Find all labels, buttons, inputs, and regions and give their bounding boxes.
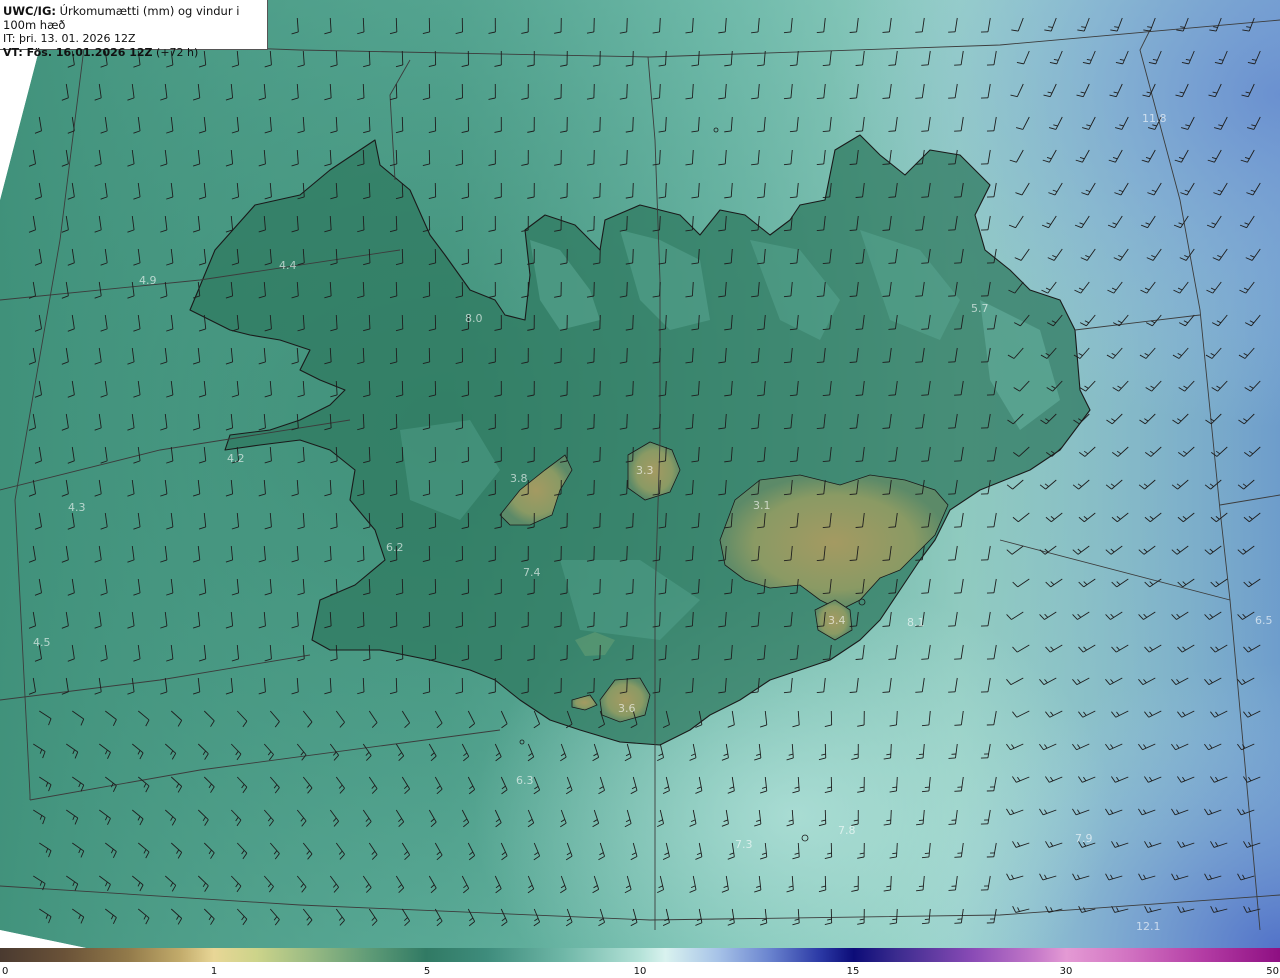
colorbar-tick: 0	[2, 966, 9, 977]
valid-time: VT: Fös. 16.01.2026 12Z	[3, 46, 153, 59]
colorbar-tick: 5	[423, 966, 431, 977]
colorbar-tick: 50	[1266, 966, 1279, 977]
point-value: 4.9	[139, 274, 157, 287]
map-header: UWC/IG: Úrkomumætti (mm) og vindur i 100…	[0, 0, 268, 59]
forecast-hour: (+72 h)	[156, 46, 199, 59]
point-value: 4.4	[279, 259, 297, 272]
point-value: 7.9	[1075, 832, 1093, 845]
colorbar-strip	[0, 948, 1280, 962]
precipitation-wind-map: 11.8 4.4 4.9 5.7 8.0 4.2 3.8 3.3 3.1 4.3…	[0, 0, 1280, 978]
point-value: 7.4	[523, 566, 541, 579]
model-name: UWC/IG:	[3, 4, 56, 18]
point-value: 3.4	[828, 614, 846, 627]
point-value: 6.2	[386, 541, 404, 554]
point-value: 3.6	[618, 702, 636, 715]
colorbar-legend: 0 1 5 10 15 30 50	[0, 948, 1280, 978]
colorbar-tick: 30	[1059, 966, 1073, 977]
header-title-line: UWC/IG: Úrkomumætti (mm) og vindur i 100…	[3, 4, 263, 32]
point-value: 3.8	[510, 472, 528, 485]
point-value: 8.1	[907, 616, 925, 629]
colorbar-tick: 15	[846, 966, 860, 977]
point-value: 5.7	[971, 302, 989, 315]
init-time: IT: þri. 13. 01. 2026 12Z	[3, 32, 136, 45]
point-value: 6.5	[1255, 614, 1273, 627]
point-value: 3.1	[753, 499, 771, 512]
point-value: 3.3	[636, 464, 654, 477]
point-value: 6.3	[516, 774, 534, 787]
valid-time-line: VT: Fös. 16.01.2026 12Z (+72 h)	[3, 46, 263, 60]
point-value: 4.3	[68, 501, 86, 514]
point-value: 11.8	[1142, 112, 1167, 125]
point-value: 7.8	[838, 824, 856, 837]
colorbar-tick: 10	[633, 966, 647, 977]
point-value: 12.1	[1136, 920, 1161, 933]
point-value: 4.2	[227, 452, 245, 465]
colorbar-tick: 1	[210, 966, 218, 977]
point-value: 8.0	[465, 312, 483, 325]
point-value: 4.5	[33, 636, 51, 649]
point-value: 7.3	[735, 838, 753, 851]
